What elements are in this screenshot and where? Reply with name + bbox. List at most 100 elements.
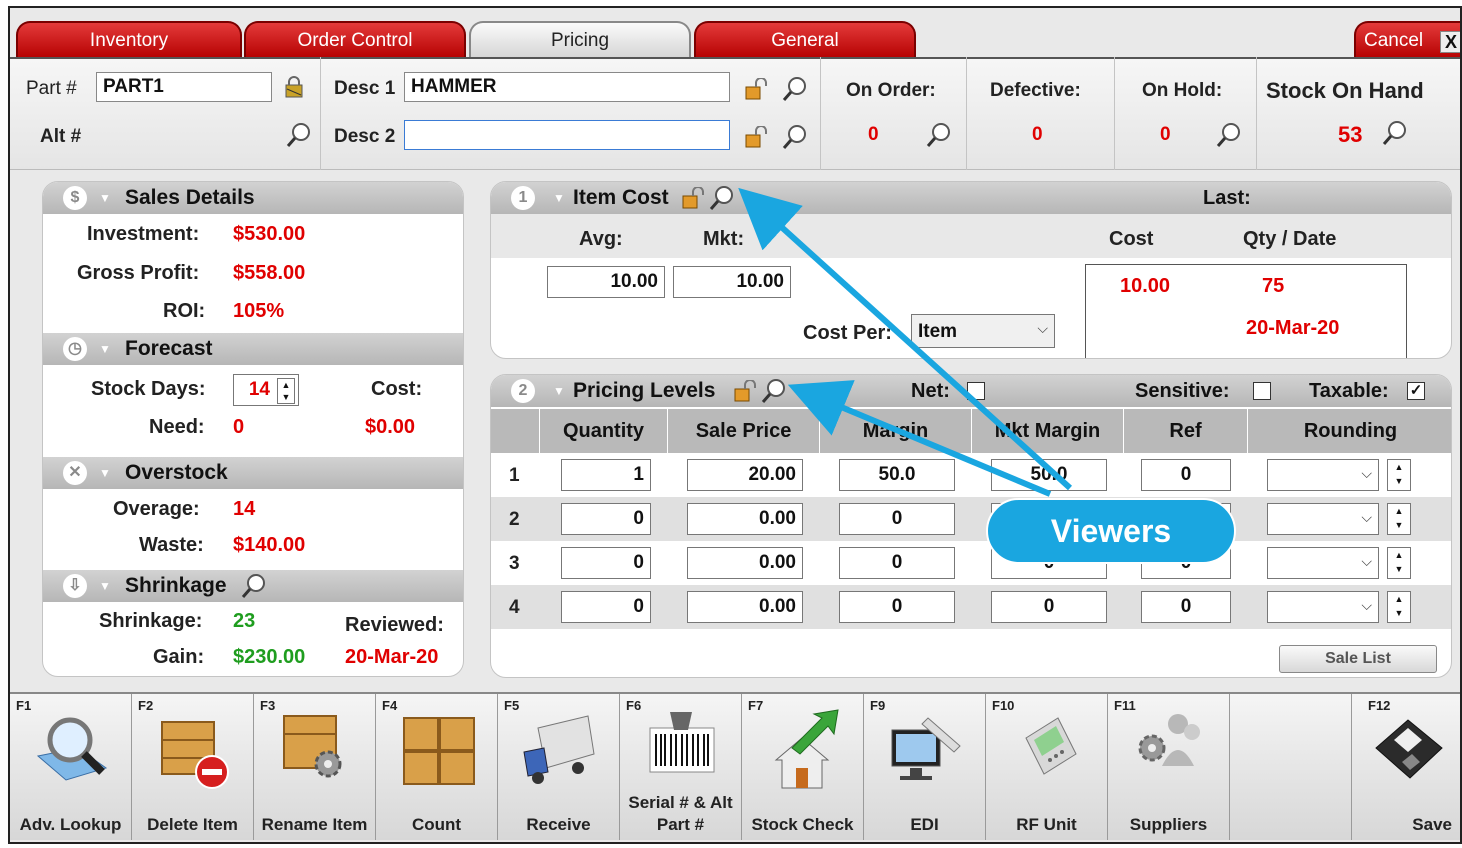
- quantity-field[interactable]: 0: [561, 591, 651, 623]
- tab-pricing[interactable]: Pricing: [469, 21, 691, 59]
- adv-lookup-button[interactable]: F1 Adv. Lookup: [10, 694, 132, 840]
- rename-item-button[interactable]: F3 Rename Item: [254, 694, 376, 840]
- rounding-select[interactable]: ⌵: [1267, 547, 1379, 579]
- stepper-arrows-icon[interactable]: ▲ ▼: [277, 378, 295, 404]
- search-icon[interactable]: [761, 378, 787, 404]
- unlock-icon[interactable]: [733, 380, 757, 402]
- fkey-text: Serial # & Alt Part #: [628, 793, 733, 834]
- item-cost-header[interactable]: 1 ▼ Item Cost Last:: [491, 182, 1451, 214]
- mkt-cost-field[interactable]: 10.00: [673, 266, 791, 298]
- desc2-field[interactable]: [404, 120, 730, 150]
- people-gear-icon: [1138, 714, 1200, 766]
- sale-price-field[interactable]: 20.00: [687, 459, 803, 491]
- ref-field[interactable]: 0: [1141, 591, 1231, 623]
- sale-price-field[interactable]: 0.00: [687, 591, 803, 623]
- lock-icon[interactable]: [282, 76, 306, 98]
- roi-label: ROI:: [163, 300, 206, 322]
- search-icon[interactable]: [241, 573, 267, 599]
- quantity-field[interactable]: 0: [561, 503, 651, 535]
- investment-value: $530.00: [233, 223, 306, 245]
- table-row: 4 0 0.00 0 0 0 ⌵ ▲ ▼: [491, 585, 1451, 629]
- serial-alt-part-button[interactable]: F6 Serial # & Alt Part #: [620, 694, 742, 840]
- close-icon[interactable]: X: [1440, 31, 1460, 53]
- stepper-arrows-icon[interactable]: ▲ ▼: [1387, 547, 1411, 579]
- column-margin: Margin: [819, 409, 971, 453]
- sale-list-button[interactable]: Sale List: [1279, 645, 1437, 673]
- ref-field[interactable]: 0: [1141, 459, 1231, 491]
- rounding-select[interactable]: ⌵: [1267, 503, 1379, 535]
- delete-item-button[interactable]: F2 Delete Item: [132, 694, 254, 840]
- avg-cost-field[interactable]: 10.00: [547, 266, 665, 298]
- desc1-field[interactable]: HAMMER: [404, 72, 730, 102]
- edi-button[interactable]: F9 EDI: [864, 694, 986, 840]
- search-icon[interactable]: [926, 122, 952, 148]
- stepper-arrows-icon[interactable]: ▲ ▼: [1387, 503, 1411, 535]
- rf-unit-button[interactable]: F10 RF Unit: [986, 694, 1108, 840]
- desc1-label: Desc 1: [334, 78, 396, 99]
- last-qty-date-column: Qty / Date: [1243, 228, 1337, 250]
- search-icon[interactable]: [1216, 122, 1242, 148]
- fkey-label: F6: [626, 698, 642, 713]
- margin-field[interactable]: 0: [839, 591, 955, 623]
- unlock-icon[interactable]: [681, 187, 705, 209]
- rounding-select[interactable]: ⌵: [1267, 459, 1379, 491]
- margin-field[interactable]: 0: [839, 503, 955, 535]
- forecast-header[interactable]: ◷ ▼ Forecast: [43, 333, 463, 365]
- stepper-arrows-icon[interactable]: ▲ ▼: [1387, 591, 1411, 623]
- defective-value: 0: [1032, 124, 1043, 145]
- tab-general[interactable]: General: [694, 21, 916, 59]
- count-button[interactable]: F4 Count: [376, 694, 498, 840]
- fkey-text: Adv. Lookup: [19, 815, 122, 834]
- stock-check-button[interactable]: F7 Stock Check: [742, 694, 864, 840]
- margin-field[interactable]: 50.0: [839, 459, 955, 491]
- overstock-header[interactable]: ✕ ▼ Overstock: [43, 457, 463, 489]
- search-icon[interactable]: [286, 122, 312, 148]
- quantity-field[interactable]: 0: [561, 547, 651, 579]
- quantity-field[interactable]: 1: [561, 459, 651, 491]
- net-checkbox[interactable]: [967, 382, 985, 400]
- table-row: 2 0 0.00 0 0 0 ⌵ ▲▼: [491, 497, 1451, 541]
- unlock-icon[interactable]: [744, 126, 768, 148]
- roi-value: 105%: [233, 300, 285, 322]
- fkey-text: Receive: [526, 815, 591, 834]
- tab-inventory[interactable]: Inventory: [16, 21, 242, 59]
- receive-button[interactable]: F5 Receive: [498, 694, 620, 840]
- rounding-select[interactable]: ⌵: [1267, 591, 1379, 623]
- taxable-checkbox[interactable]: ✓: [1407, 382, 1425, 400]
- row-number: 1: [509, 465, 520, 486]
- search-icon[interactable]: [782, 124, 808, 150]
- alt-label: Alt #: [40, 126, 82, 147]
- step-number: 2: [511, 379, 535, 403]
- unlock-icon[interactable]: [744, 78, 768, 100]
- save-button[interactable]: F12 Save: [1352, 694, 1460, 840]
- chevron-down-icon: ⌵: [1361, 553, 1372, 569]
- fkey-label: F7: [748, 698, 764, 713]
- suppliers-button[interactable]: F11 Suppliers: [1108, 694, 1230, 840]
- margin-field[interactable]: 0: [839, 547, 955, 579]
- sale-price-field[interactable]: 0.00: [687, 503, 803, 535]
- shrinkage-header[interactable]: ⇩ ▼ Shrinkage: [43, 570, 463, 602]
- collapse-arrow-icon: ▼: [553, 384, 565, 398]
- forecast-cost-value: $0.00: [365, 416, 416, 438]
- search-icon[interactable]: [782, 76, 808, 102]
- tab-order-control[interactable]: Order Control: [244, 21, 466, 59]
- sale-price-field[interactable]: 0.00: [687, 547, 803, 579]
- search-icon[interactable]: [1382, 120, 1408, 146]
- stepper-arrows-icon[interactable]: ▲ ▼: [1387, 459, 1411, 491]
- sales-details-header[interactable]: $ ▼ Sales Details: [43, 182, 463, 214]
- on-hold-label: On Hold:: [1142, 80, 1223, 101]
- mkt-margin-field[interactable]: 0: [991, 591, 1107, 623]
- cost-per-label: Cost Per:: [803, 322, 892, 344]
- inventory-window: Inventory Order Control Pricing General …: [8, 6, 1462, 844]
- mkt-margin-field[interactable]: 50.0: [991, 459, 1107, 491]
- chevron-down-icon: ⌵: [1037, 320, 1048, 336]
- cancel-button[interactable]: Cancel X: [1354, 21, 1460, 59]
- pricing-levels-header[interactable]: 2 ▼ Pricing Levels Net: Sensitive: Taxab…: [491, 375, 1451, 407]
- part-number-field[interactable]: PART1: [96, 72, 272, 102]
- gain-label: Gain:: [153, 646, 205, 668]
- empty-fkey-slot: [1230, 694, 1352, 840]
- search-icon[interactable]: [709, 185, 735, 211]
- cost-per-select[interactable]: Item ⌵: [911, 314, 1055, 348]
- step-number: 1: [511, 186, 535, 210]
- sensitive-checkbox[interactable]: [1253, 382, 1271, 400]
